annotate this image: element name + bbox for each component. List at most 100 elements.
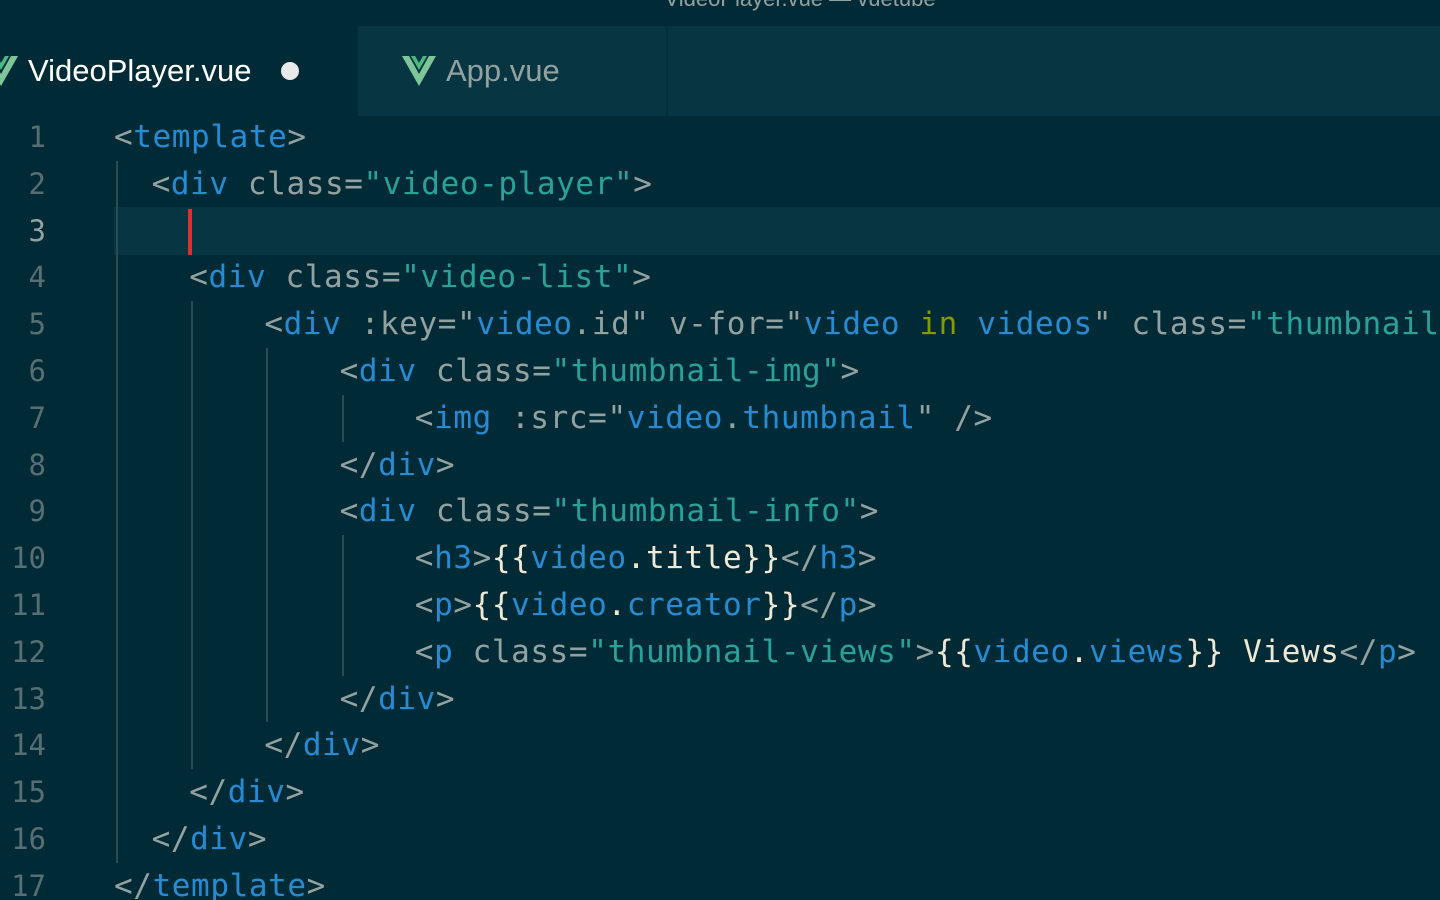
code-token: </: [189, 774, 228, 811]
tab-videoplayer-vue[interactable]: VideoPlayer.vue: [0, 26, 358, 116]
code-token: creator: [626, 587, 762, 623]
code-token: {{: [472, 587, 512, 623]
line-number[interactable]: 13: [0, 676, 46, 723]
line-number[interactable]: 11: [0, 582, 46, 629]
code-token: >: [435, 446, 456, 483]
code-token: thumbnail: [742, 399, 916, 436]
code-token: <: [264, 306, 284, 343]
code-line[interactable]: <p>{{video.creator}}</p>: [415, 582, 877, 629]
code-token: template: [152, 867, 307, 900]
code-line[interactable]: <div class="thumbnail-info">: [340, 488, 879, 535]
indent-guide: [341, 535, 344, 676]
tab-app-vue[interactable]: App.vue: [358, 26, 668, 116]
code-token: <: [151, 165, 171, 202]
code-token: videos: [977, 306, 1093, 343]
code-token: >: [857, 540, 878, 577]
code-area[interactable]: <template> <div class="video-player"> <div…: [114, 114, 1440, 900]
tab-label: VideoPlayer.vue: [28, 53, 252, 88]
code-token: </: [780, 540, 820, 577]
code-token: </: [114, 867, 153, 900]
code-token: }} Views: [1185, 633, 1340, 670]
line-number[interactable]: 10: [0, 535, 46, 582]
code-line[interactable]: <p class="thumbnail-views">{{video.views…: [415, 629, 1417, 676]
line-number[interactable]: 5: [0, 301, 46, 348]
code-line[interactable]: </div>: [340, 442, 456, 489]
code-token: </: [151, 821, 191, 857]
code-token: <: [414, 399, 435, 436]
code-token: img: [434, 399, 492, 436]
line-number[interactable]: 1: [0, 114, 46, 161]
code-token: </: [339, 680, 379, 717]
code-token: video: [973, 633, 1070, 670]
code-token: >: [859, 493, 879, 530]
line-number-gutter: 1 2 3 4 5 6 7 8 9 10 11 12 13 14 15 16 17: [0, 114, 90, 900]
code-line[interactable]: </template>: [114, 863, 326, 900]
text-cursor: [188, 209, 192, 255]
code-line[interactable]: </div>: [189, 769, 305, 816]
code-token: >: [287, 119, 307, 155]
line-number[interactable]: 15: [0, 769, 46, 816]
code-line[interactable]: <div :key="video.id" v-for="video in vid…: [264, 301, 1440, 348]
line-number[interactable]: 8: [0, 442, 46, 489]
code-token: p: [1378, 633, 1398, 670]
line-number[interactable]: 4: [0, 254, 46, 301]
code-token: h3: [819, 540, 858, 577]
code-line[interactable]: </div>: [340, 676, 456, 723]
code-token: "thumbnail-views": [588, 633, 916, 670]
code-token: class=: [416, 493, 552, 530]
code-token: :src=: [491, 399, 608, 436]
code-token: ": [915, 399, 935, 436]
code-token: .: [1069, 633, 1090, 670]
code-token: >: [1397, 633, 1417, 670]
code-token: ": [1092, 306, 1113, 343]
line-number[interactable]: 16: [0, 816, 46, 863]
code-line[interactable]: </div>: [152, 816, 268, 863]
code-token: >: [857, 587, 878, 623]
line-number[interactable]: 17: [0, 863, 46, 900]
line-number[interactable]: 2: [0, 161, 46, 208]
line-number[interactable]: 6: [0, 348, 46, 395]
code-token: }}: [761, 587, 801, 623]
code-token: video: [530, 540, 627, 577]
code-token: ": [607, 399, 627, 436]
line-number[interactable]: 12: [0, 629, 46, 676]
code-line[interactable]: <div class="video-list">: [189, 254, 651, 301]
code-line[interactable]: </div>: [264, 722, 380, 769]
line-number[interactable]: 14: [0, 722, 46, 769]
line-number[interactable]: 9: [0, 488, 46, 535]
code-line[interactable]: <template>: [114, 114, 307, 161]
line-number[interactable]: 7: [0, 395, 46, 442]
code-token: >: [633, 165, 653, 202]
code-token: div: [358, 493, 417, 530]
unsaved-changes-dot-icon[interactable]: [281, 62, 300, 80]
code-token: div: [378, 680, 436, 717]
code-token: p: [838, 587, 858, 623]
title-bar: VideoPlayer.vue — vuetube: [0, 0, 1440, 26]
code-token: video: [626, 399, 724, 436]
code-line[interactable]: <h3>{{video.title}}</h3>: [415, 535, 877, 582]
code-line[interactable]: <div class="video-player">: [152, 161, 653, 208]
code-token: <: [414, 540, 435, 577]
code-token: "thumbnail-info": [551, 493, 860, 530]
code-token: views: [1089, 633, 1186, 670]
code-token: class=: [228, 165, 364, 202]
code-token: div: [190, 821, 248, 857]
code-token: "thumbnail-img": [551, 353, 841, 389]
code-token: .: [607, 587, 627, 623]
code-token: />: [934, 399, 993, 436]
code-line[interactable]: <div class="thumbnail-img">: [340, 348, 860, 395]
code-token: >: [453, 587, 473, 623]
code-token: .: [723, 399, 743, 436]
code-token: </: [800, 587, 839, 623]
code-line[interactable]: <img :src="video.thumbnail" />: [415, 395, 993, 442]
code-token: class=: [1112, 306, 1247, 343]
code-token: class=: [453, 633, 589, 670]
code-token: :key=: [341, 306, 458, 343]
tab-bar-empty-area: [668, 26, 1440, 116]
code-token: >: [306, 867, 326, 900]
code-token: {{: [491, 540, 531, 577]
code-token: "video-list": [401, 259, 633, 296]
code-token: >: [472, 540, 492, 577]
line-number[interactable]: 3: [0, 208, 46, 255]
code-token: </: [1339, 633, 1379, 670]
